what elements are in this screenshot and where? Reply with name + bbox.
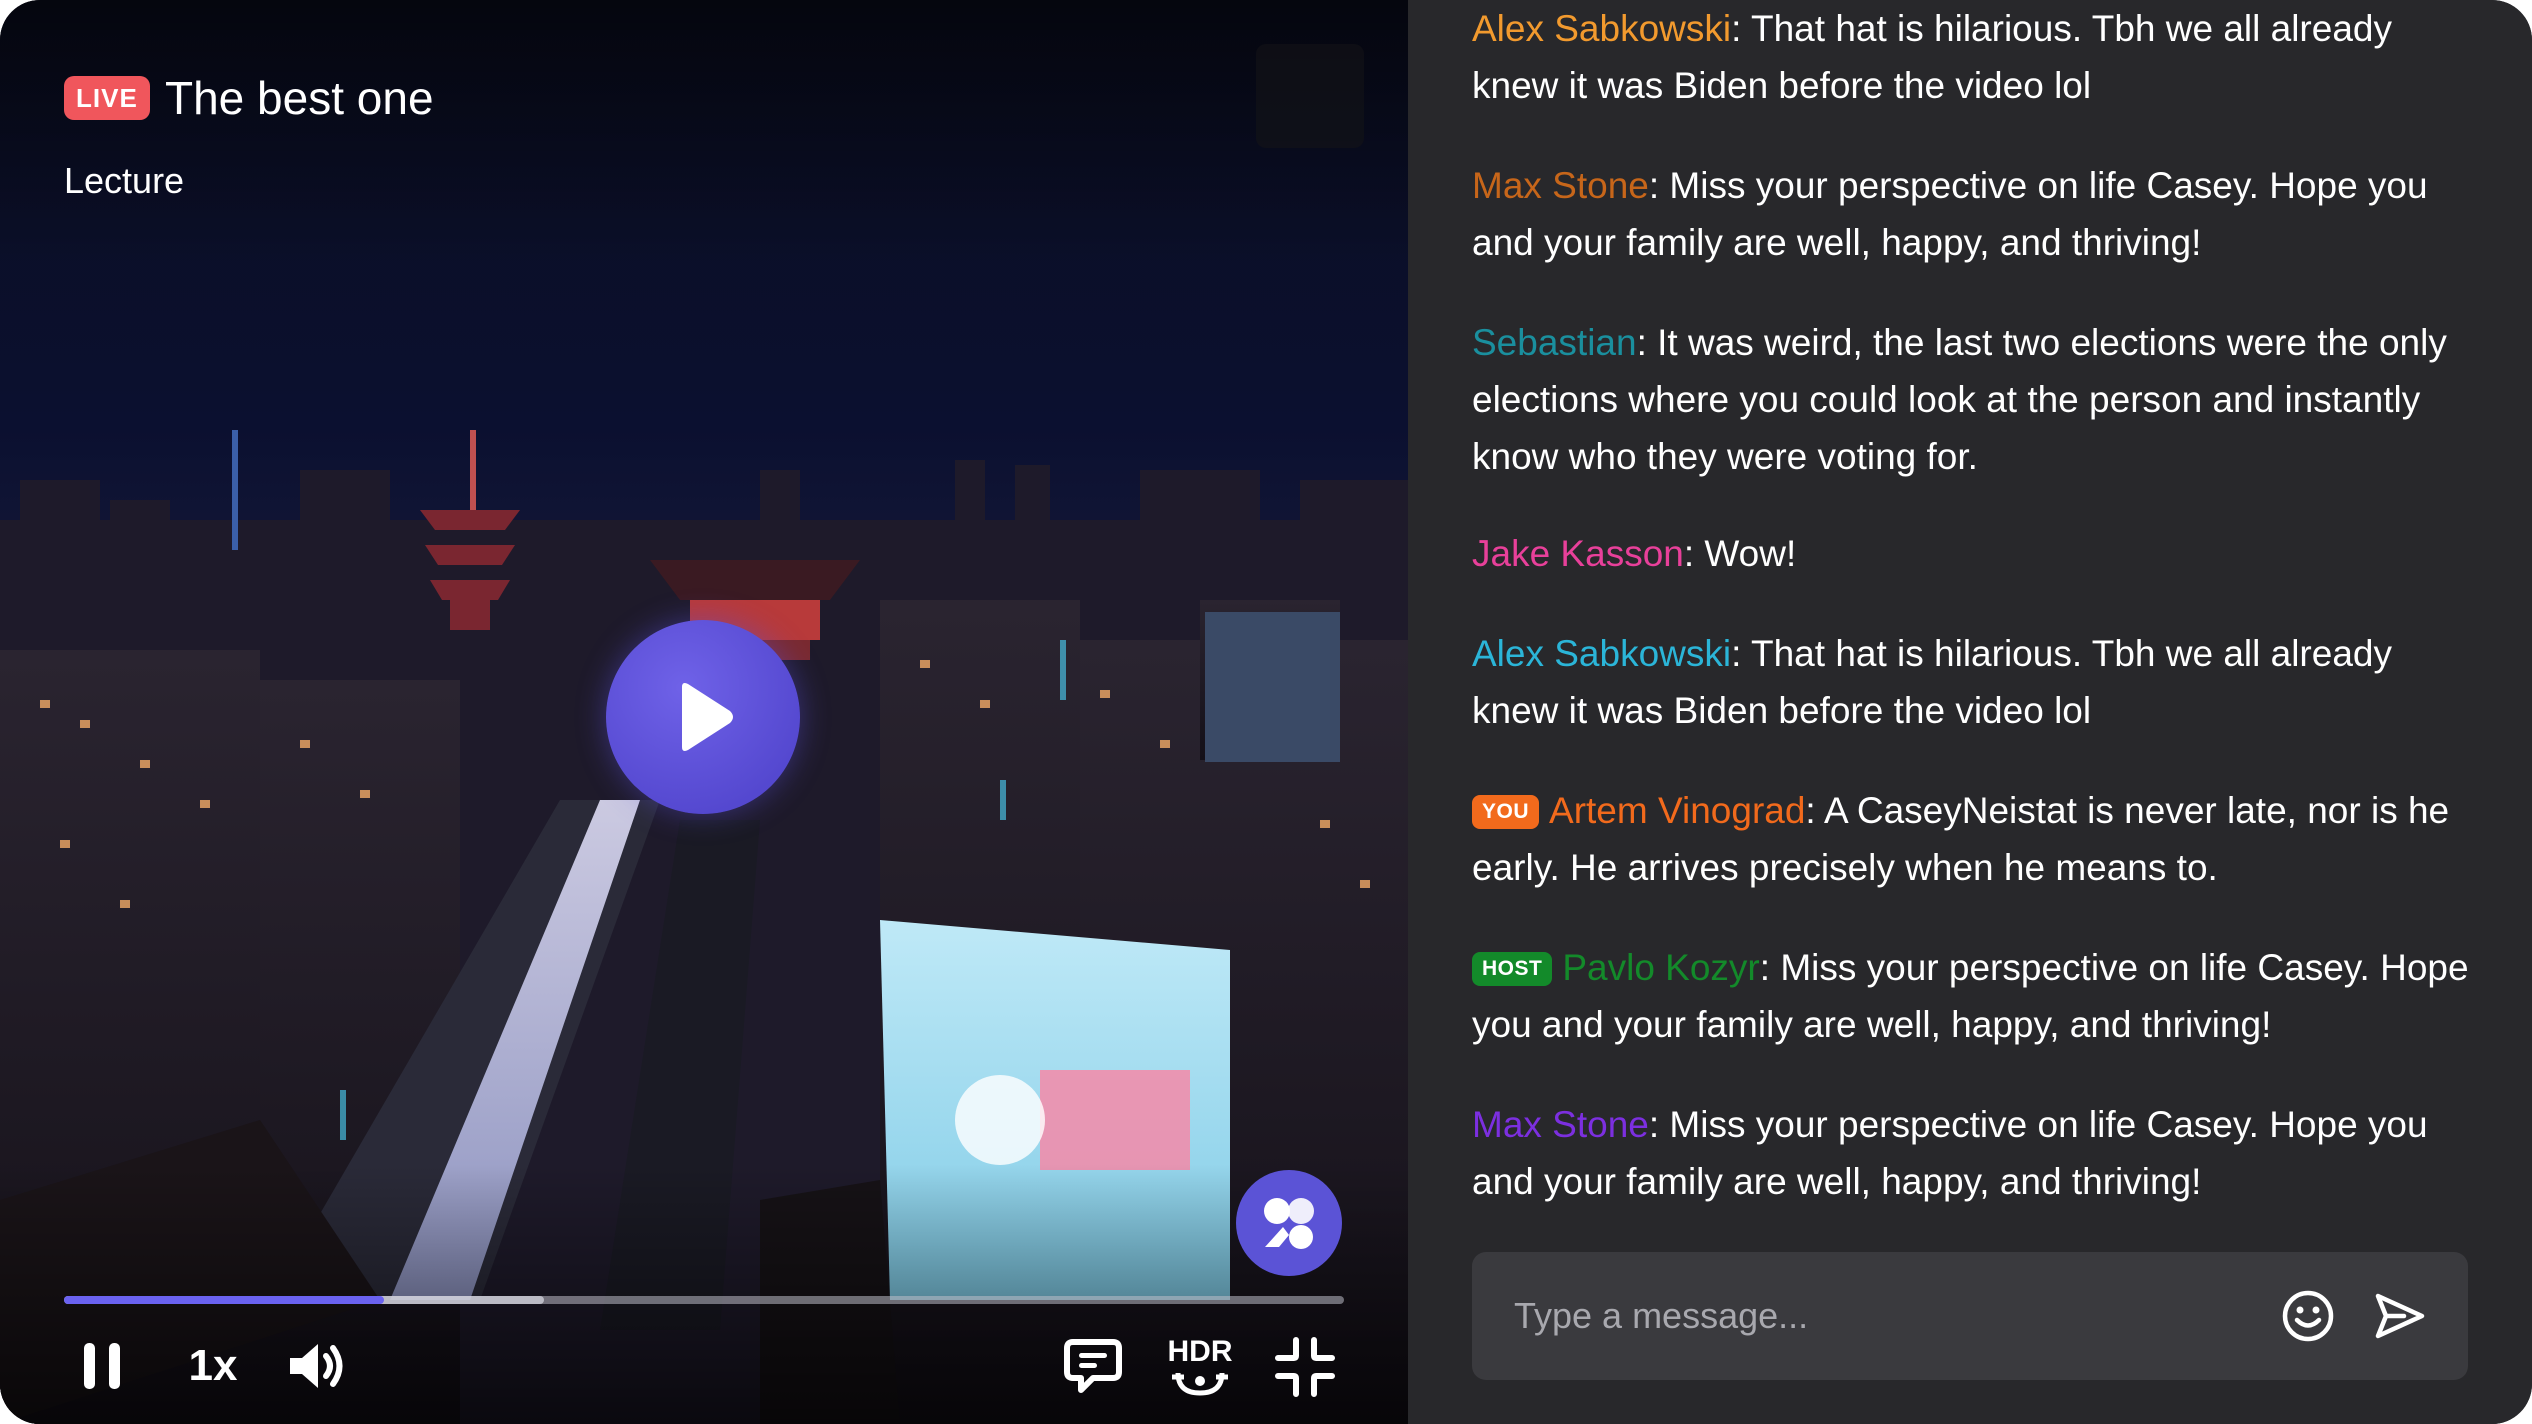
you-badge: YOU: [1472, 795, 1540, 829]
exit-fullscreen-button[interactable]: [1272, 1334, 1338, 1400]
emoji-button[interactable]: [2278, 1286, 2338, 1346]
message-input[interactable]: [1514, 1252, 2214, 1380]
live-badge: LIVE: [64, 76, 150, 120]
message-author[interactable]: Max Stone: [1472, 1104, 1649, 1145]
message-text: : Wow!: [1683, 533, 1797, 574]
playback-speed-button[interactable]: 1x: [178, 1336, 248, 1396]
message-author[interactable]: Artem Vinograd: [1549, 790, 1805, 831]
chat-message: HOST Pavlo Kozyr: Miss your perspective o…: [1472, 939, 2472, 1053]
send-button[interactable]: [2370, 1286, 2430, 1346]
play-button[interactable]: [606, 620, 800, 814]
hdr-button[interactable]: HDR: [1164, 1332, 1236, 1402]
hdr-label: HDR: [1167, 1335, 1233, 1368]
chat-toggle-icon: [1064, 1339, 1122, 1393]
message-author[interactable]: Alex Sabkowski: [1472, 633, 1731, 674]
send-icon: [2375, 1293, 2425, 1339]
pause-icon: [84, 1343, 120, 1389]
chat-message: YOU Artem Vinograd: A CaseyNeistat is nev…: [1472, 782, 2472, 896]
progress-played: [64, 1296, 384, 1304]
chat-message: Alex Sabkowski: That hat is hilarious. T…: [1472, 625, 2472, 739]
stream-category: Lecture: [64, 160, 185, 201]
message-author[interactable]: Max Stone: [1472, 165, 1649, 206]
message-composer: [1472, 1252, 2468, 1380]
video-player[interactable]: LIVE The best one Lecture 1x HDR: [0, 0, 1408, 1424]
stream-title: The best one: [165, 72, 434, 124]
exit-fullscreen-icon: [1275, 1337, 1335, 1397]
chat-message: Max Stone: Miss your perspective on life…: [1472, 1096, 2472, 1210]
chat-message: Alex Sabkowski: That hat is hilarious. T…: [1472, 0, 2472, 114]
message-author[interactable]: Pavlo Kozyr: [1562, 947, 1759, 988]
chat-message: Sebastian: It was weird, the last two el…: [1472, 314, 2472, 485]
chat-panel: Alex Sabkowski: That hat is hilarious. T…: [1408, 0, 2532, 1424]
message-author[interactable]: Jake Kasson: [1472, 533, 1684, 574]
volume-icon: [290, 1344, 343, 1388]
progress-bar[interactable]: [64, 1296, 1344, 1304]
playback-speed-label: 1x: [188, 1341, 238, 1390]
emoji-icon: [2282, 1290, 2334, 1342]
chat-message: Max Stone: Miss your perspective on life…: [1472, 157, 2472, 271]
chat-toggle-button[interactable]: [1060, 1336, 1126, 1398]
host-badge: HOST: [1472, 952, 1553, 986]
hdr-icon: [1172, 1372, 1228, 1396]
live-stream-app: LIVE The best one Lecture 1x HDR Alex Sa…: [0, 0, 2532, 1424]
overlay-corner-box: [1256, 44, 1364, 148]
message-author[interactable]: Sebastian: [1472, 322, 1637, 363]
play-icon: [682, 683, 733, 751]
volume-button[interactable]: [282, 1334, 352, 1398]
message-author[interactable]: Alex Sabkowski: [1472, 8, 1731, 49]
brand-logo-avatar[interactable]: [1236, 1170, 1342, 1276]
chat-message: Jake Kasson: Wow!: [1472, 525, 2472, 582]
top-shade: [0, 0, 1408, 260]
brand-logo-icon: [1264, 1198, 1314, 1249]
pause-button[interactable]: [74, 1336, 130, 1396]
